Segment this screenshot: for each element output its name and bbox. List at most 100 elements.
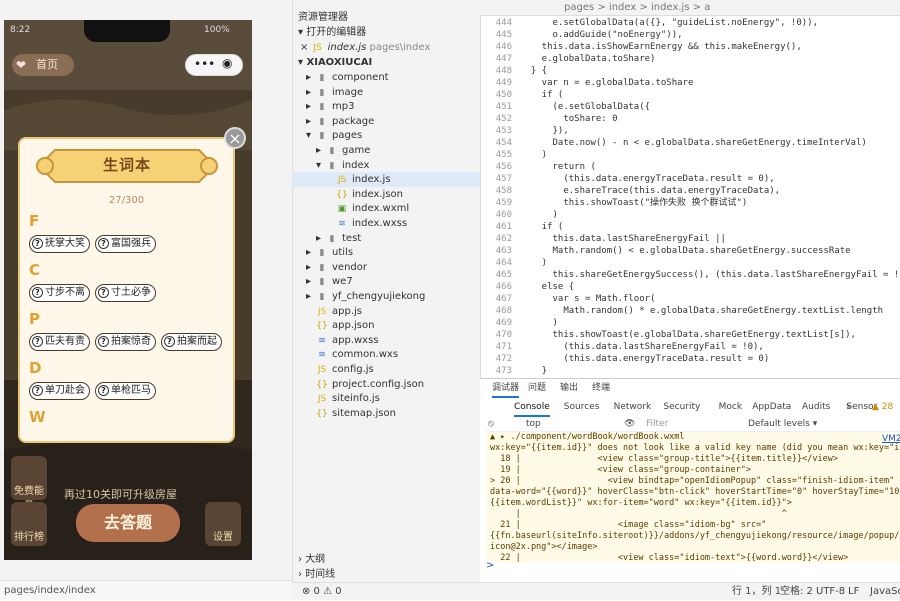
word-chip[interactable]: ? 拍案而起 xyxy=(161,333,222,351)
devtools-tab[interactable]: Network xyxy=(614,399,652,415)
code-line[interactable]: ) xyxy=(520,149,900,161)
tree-item[interactable]: ▸ ▮ yf_chengyujiekong xyxy=(292,289,480,304)
word-chip[interactable]: ? 拍案惊奇 xyxy=(95,333,156,351)
language-mode[interactable]: JavaScript xyxy=(870,583,900,601)
word-chip[interactable]: ? 抚掌大笑 xyxy=(29,235,90,253)
code-line[interactable]: (this.data.energyTraceData.result = 0), xyxy=(520,173,900,185)
project-root[interactable]: ▾ XIAOXIUCAI xyxy=(292,55,480,70)
code-line[interactable]: e.globalData.toShare) xyxy=(520,53,900,65)
code-line[interactable]: (this.data.lastShareEnergyFail = !0), xyxy=(520,341,900,353)
tree-item[interactable]: {} sitemap.json xyxy=(292,406,480,421)
code-line[interactable]: if ( xyxy=(520,221,900,233)
code-line[interactable]: Math.random() * e.globalData.shareGetEne… xyxy=(520,305,900,317)
eye-icon[interactable]: 👁 xyxy=(624,419,635,429)
code-line[interactable]: var s = Math.floor( xyxy=(520,293,900,305)
tree-item[interactable]: ▸ ▮ package xyxy=(292,114,480,129)
open-editor-item[interactable]: × JS index.js pages\index xyxy=(292,40,480,55)
more-icon[interactable]: ••• xyxy=(194,57,215,71)
devtools-tab[interactable]: Mock xyxy=(719,399,742,415)
tree-item[interactable]: ▾ ▮ index xyxy=(292,158,480,173)
answer-button[interactable]: 去答题 xyxy=(76,504,180,542)
tree-item[interactable]: ▸ ▮ test xyxy=(292,231,480,246)
clear-console-icon[interactable]: ⦸ xyxy=(488,419,494,429)
console-prompt[interactable]: > xyxy=(486,560,494,571)
code-line[interactable]: }), xyxy=(520,125,900,137)
tree-item[interactable]: JS app.js xyxy=(292,304,480,319)
word-chip[interactable]: ? 单枪匹马 xyxy=(95,382,156,400)
word-chip[interactable]: ? 单刀赴会 xyxy=(29,382,90,400)
code-line[interactable]: this.data.lastShareEnergyFail || xyxy=(520,233,900,245)
tree-item[interactable]: {} app.json xyxy=(292,318,480,333)
more-tabs-icon[interactable]: » xyxy=(846,399,852,415)
tree-item[interactable]: ≋ app.wxss xyxy=(292,333,480,348)
line-ending[interactable]: LF xyxy=(848,583,859,601)
code-line[interactable]: Math.random() < e.globalData.shareGetEne… xyxy=(520,245,900,257)
tree-item[interactable]: ▸ ▮ game xyxy=(292,143,480,158)
context-select[interactable]: top xyxy=(526,419,541,429)
settings-button[interactable]: 设置 xyxy=(205,502,241,546)
word-chip[interactable]: ? 匹夫有责 xyxy=(29,333,90,351)
code-line[interactable]: var n = e.globalData.toShare xyxy=(520,77,900,89)
code-line[interactable]: this.showToast(e.globalData.shareGetEner… xyxy=(520,329,900,341)
code-line[interactable]: ) xyxy=(520,317,900,329)
free-energy-button[interactable]: 免费能量 xyxy=(11,456,47,512)
log-levels-select[interactable]: Default levels ▾ xyxy=(748,419,817,429)
tree-item[interactable]: {} project.config.json xyxy=(292,377,480,392)
code-line[interactable]: toShare: 0 xyxy=(520,113,900,125)
tree-item[interactable]: ▸ ▮ mp3 xyxy=(292,99,480,114)
devtools-tab[interactable]: Sources xyxy=(564,399,600,415)
problems-count[interactable]: ⊗ 0 ⚠ 0 xyxy=(302,583,342,601)
tree-item[interactable]: JS siteinfo.js xyxy=(292,391,480,406)
code-line[interactable]: } { xyxy=(520,65,900,77)
timeline-section[interactable]: › 时间线 xyxy=(292,567,480,582)
ranking-button[interactable]: 排行榜 xyxy=(11,502,47,546)
word-chip[interactable]: ? 寸土必争 xyxy=(95,284,156,302)
tree-item[interactable]: ▸ ▮ component xyxy=(292,70,480,85)
source-link[interactable]: VM22 xyxy=(882,434,900,444)
code-line[interactable]: ) xyxy=(520,257,900,269)
devtools-tab[interactable]: Security xyxy=(663,399,700,415)
indent-spaces[interactable]: 空格: 2 xyxy=(780,583,813,601)
devtools-tab[interactable]: AppData xyxy=(752,399,791,415)
tree-item[interactable]: ▸ ▮ we7 xyxy=(292,274,480,289)
tree-item[interactable]: ▸ ▮ image xyxy=(292,85,480,100)
tree-item[interactable]: ≋ common.wxs xyxy=(292,347,480,362)
mini-program-capsule[interactable]: ••• ◉ xyxy=(185,54,243,76)
file-encoding[interactable]: UTF-8 xyxy=(816,583,845,601)
code-line[interactable]: (this.data.energyTraceData.result = 0) xyxy=(520,353,900,365)
code-line[interactable]: o.addGuide("noEnergy")), xyxy=(520,29,900,41)
word-chip[interactable]: ? 寸步不离 xyxy=(29,284,90,302)
tree-item[interactable]: ▸ ▮ vendor xyxy=(292,260,480,275)
devtools-tab[interactable]: Console xyxy=(514,399,550,417)
devtools-top-tab[interactable]: 问题 xyxy=(528,380,546,396)
close-mp-icon[interactable]: ◉ xyxy=(222,56,232,70)
code-line[interactable]: } xyxy=(520,365,900,377)
close-icon[interactable]: × xyxy=(300,42,308,53)
open-editors-section[interactable]: ▾ 打开的编辑器 xyxy=(292,25,480,40)
tree-item[interactable]: JS config.js xyxy=(292,362,480,377)
tree-item[interactable]: {} index.json xyxy=(292,187,480,202)
tree-item[interactable]: ≋ index.wxss xyxy=(292,216,480,231)
outline-section[interactable]: › 大纲 xyxy=(292,552,480,567)
code-line[interactable]: this.showToast("操作失败 换个群试试") xyxy=(520,197,900,209)
code-line[interactable]: this.shareGetEnergySuccess(), (this.data… xyxy=(520,269,900,281)
code-line[interactable]: ) xyxy=(520,209,900,221)
cursor-position[interactable]: 行 1，列 1 xyxy=(732,583,781,601)
code-line[interactable]: e.setGlobalData(a({}, "guideList.noEnerg… xyxy=(520,17,900,29)
code-line[interactable]: (e.setGlobalData({ xyxy=(520,101,900,113)
code-line[interactable]: e.shareTrace(this.data.energyTraceData), xyxy=(520,185,900,197)
filter-input[interactable]: Filter xyxy=(646,419,668,429)
code-line[interactable]: Date.now() - n < e.globalData.shareGetEn… xyxy=(520,137,900,149)
tree-item[interactable]: ▾ ▮ pages xyxy=(292,128,480,143)
devtools-tab[interactable]: Audits xyxy=(802,399,830,415)
word-chip[interactable]: ? 富国强兵 xyxy=(95,235,156,253)
tree-item[interactable]: ▸ ▮ utils xyxy=(292,245,480,260)
close-icon[interactable]: × xyxy=(224,127,246,149)
devtools-top-tab[interactable]: 终端 xyxy=(592,380,610,396)
code-line[interactable]: this.data.isShowEarnEnergy && this.makeE… xyxy=(520,41,900,53)
code-line[interactable]: return ( xyxy=(520,161,900,173)
tree-item[interactable]: ▣ index.wxml xyxy=(292,201,480,216)
devtools-top-tab[interactable]: 调试器 xyxy=(492,380,520,398)
code-line[interactable]: else { xyxy=(520,281,900,293)
tree-item[interactable]: JS index.js xyxy=(292,172,480,188)
